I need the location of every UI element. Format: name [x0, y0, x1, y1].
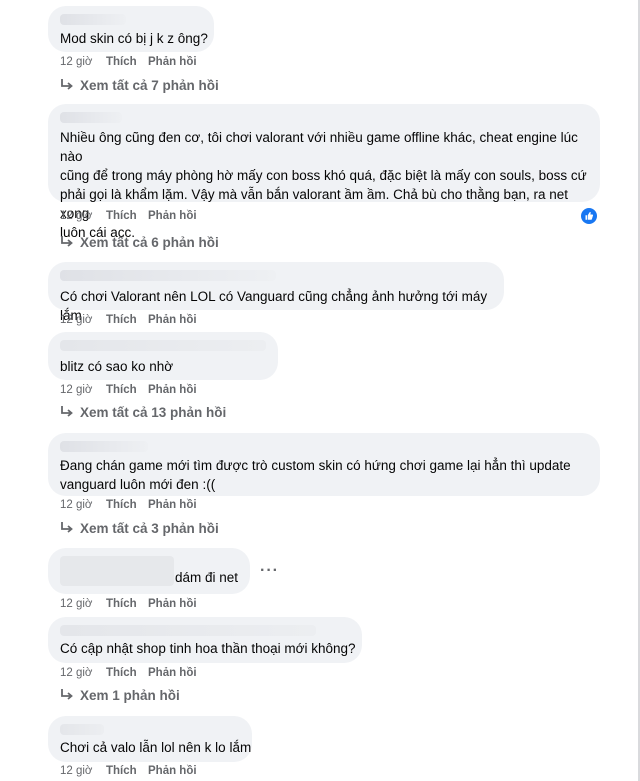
- comment-time[interactable]: 12 giờ: [60, 210, 92, 222]
- comment-bubble: Nhiều ông cũng đen cơ, tôi chơi valorant…: [48, 104, 600, 240]
- reply-arrow-icon: [61, 406, 73, 417]
- like-button[interactable]: Thích: [106, 667, 137, 679]
- comment-bubble: blitz có sao ko nhờ: [48, 332, 278, 380]
- comment-time[interactable]: 12 giờ: [60, 384, 92, 396]
- comment-text: blitz có sao ko nhờ: [60, 359, 174, 374]
- reply-button[interactable]: Phản hồi: [148, 667, 197, 679]
- comment-bubble: Có cập nhật shop tinh hoa thần thoại mới…: [48, 617, 362, 663]
- view-replies-label: Xem 1 phản hồi: [80, 688, 180, 703]
- view-replies-link[interactable]: Xem 1 phản hồi: [60, 688, 180, 706]
- view-replies-label: Xem tất cả 6 phản hồi: [80, 235, 219, 250]
- author-name[interactable]: [60, 625, 316, 636]
- comment-time[interactable]: 12 giờ: [60, 56, 92, 68]
- comment-bubble: dám đi net: [48, 548, 250, 594]
- author-name[interactable]: [60, 556, 174, 586]
- comment-bubble: Chơi cả valo lẫn lol nên k lo lắm: [48, 716, 252, 762]
- reply-arrow-icon: [61, 236, 73, 247]
- like-button[interactable]: Thích: [106, 384, 137, 396]
- author-name[interactable]: [60, 340, 266, 351]
- comment-text: Mod skin có bị j k z ông?: [60, 31, 208, 46]
- comment-text: dám đi net: [175, 570, 239, 585]
- like-button[interactable]: Thích: [106, 598, 137, 610]
- like-button[interactable]: Thích: [106, 499, 137, 511]
- comment-time[interactable]: 12 giờ: [60, 765, 92, 777]
- reply-arrow-icon: [61, 522, 73, 533]
- comment-text: Có cập nhật shop tinh hoa thần thoại mới…: [60, 641, 356, 656]
- comment-time[interactable]: 12 giờ: [60, 667, 92, 679]
- like-button[interactable]: Thích: [106, 314, 137, 326]
- reply-arrow-icon: [61, 689, 73, 700]
- reply-button[interactable]: Phản hồi: [148, 314, 197, 326]
- like-reaction-icon[interactable]: [581, 208, 597, 224]
- comment-text: Đang chán game mới tìm được trò custom s…: [60, 458, 571, 492]
- view-replies-label: Xem tất cả 13 phản hồi: [80, 405, 227, 420]
- like-button[interactable]: Thích: [106, 765, 137, 777]
- author-name[interactable]: [60, 724, 104, 735]
- reply-arrow-icon: [61, 79, 73, 90]
- comment-section: Mod skin có bị j k z ông? 12 giờ Thích P…: [0, 0, 640, 781]
- reply-button[interactable]: Phản hồi: [148, 598, 197, 610]
- reply-button[interactable]: Phản hồi: [148, 765, 197, 777]
- author-name[interactable]: [60, 14, 126, 25]
- reply-button[interactable]: Phản hồi: [148, 210, 197, 222]
- reply-button[interactable]: Phản hồi: [148, 499, 197, 511]
- reply-button[interactable]: Phản hồi: [148, 384, 197, 396]
- like-button[interactable]: Thích: [106, 210, 137, 222]
- more-options-icon[interactable]: ···: [260, 562, 279, 580]
- view-replies-label: Xem tất cả 3 phản hồi: [80, 521, 219, 536]
- comment-bubble: Đang chán game mới tìm được trò custom s…: [48, 433, 600, 496]
- view-replies-label: Xem tất cả 7 phản hồi: [80, 78, 219, 93]
- view-replies-link[interactable]: Xem tất cả 7 phản hồi: [60, 78, 219, 96]
- view-replies-link[interactable]: Xem tất cả 6 phản hồi: [60, 235, 219, 253]
- author-name[interactable]: [60, 112, 122, 123]
- author-name[interactable]: [60, 270, 276, 281]
- comment-time[interactable]: 12 giờ: [60, 598, 92, 610]
- like-button[interactable]: Thích: [106, 56, 137, 68]
- view-replies-link[interactable]: Xem tất cả 3 phản hồi: [60, 521, 219, 539]
- comment-bubble: Mod skin có bị j k z ông?: [48, 6, 214, 52]
- comment-text: Nhiều ông cũng đen cơ, tôi chơi valorant…: [60, 130, 587, 240]
- comment-time[interactable]: 12 giờ: [60, 499, 92, 511]
- author-name[interactable]: [60, 441, 148, 452]
- view-replies-link[interactable]: Xem tất cả 13 phản hồi: [60, 405, 226, 423]
- comment-text: Chơi cả valo lẫn lol nên k lo lắm: [60, 740, 252, 755]
- comment-bubble: Có chơi Valorant nên LOL có Vanguard cũn…: [48, 262, 504, 323]
- reply-button[interactable]: Phản hồi: [148, 56, 197, 68]
- comment-time[interactable]: 12 giờ: [60, 314, 92, 326]
